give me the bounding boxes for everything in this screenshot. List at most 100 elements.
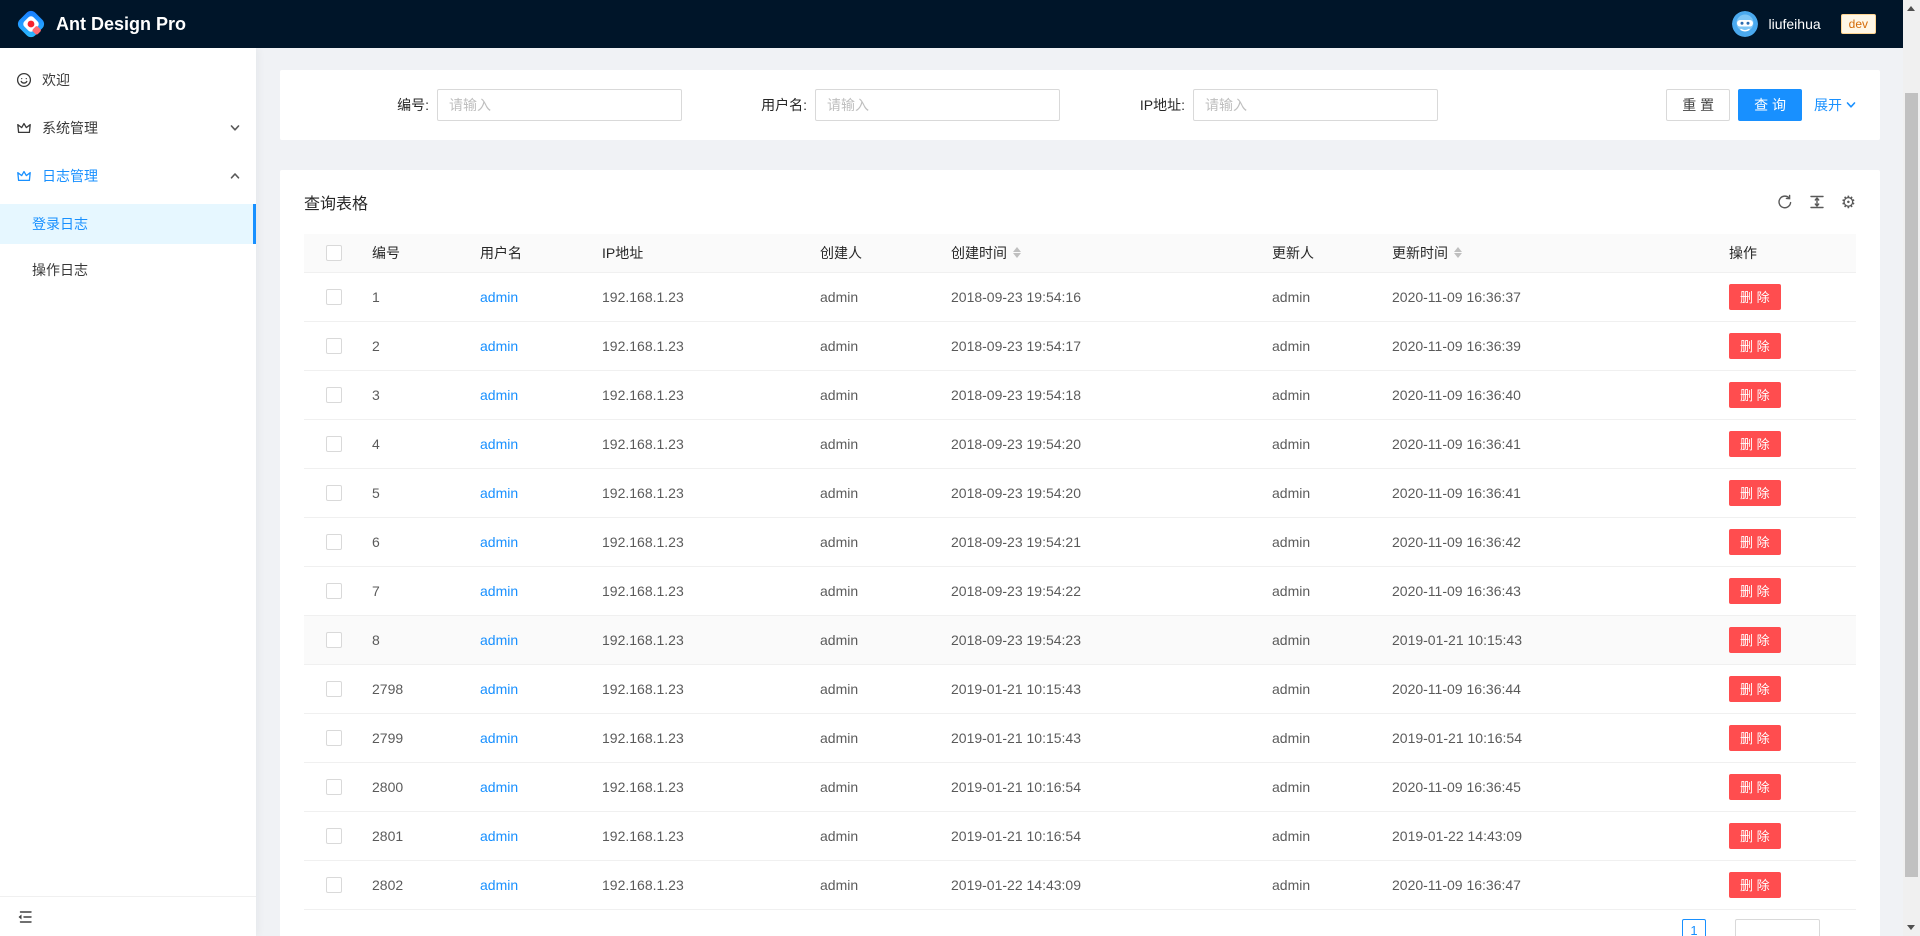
sort-icon[interactable] <box>1013 247 1021 258</box>
column-header-username: 用户名 <box>472 234 594 272</box>
username-link[interactable]: admin <box>480 289 518 305</box>
username-field[interactable] <box>815 89 1060 121</box>
row-checkbox[interactable] <box>326 632 342 648</box>
sidebar-item-label: 欢迎 <box>42 70 240 90</box>
row-checkbox[interactable] <box>326 583 342 599</box>
username-link[interactable]: admin <box>480 387 518 403</box>
sidebar-item-system-management[interactable]: 系统管理 <box>0 108 256 148</box>
column-header-action: 操作 <box>1721 234 1856 272</box>
delete-button[interactable]: 删 除 <box>1729 774 1781 800</box>
row-checkbox[interactable] <box>326 436 342 452</box>
cell-create-time: 2018-09-23 19:54:17 <box>943 321 1264 370</box>
username-link[interactable]: admin <box>480 583 518 599</box>
row-checkbox[interactable] <box>326 730 342 746</box>
pagination-page-1[interactable]: 1 <box>1682 919 1706 936</box>
cell-ip: 192.168.1.23 <box>594 811 812 860</box>
table-header-row: 编号 用户名 IP地址 创建人 创建时间 更新人 更新时间 <box>304 234 1856 272</box>
table-row: 1 admin 192.168.1.23 admin 2018-09-23 19… <box>304 272 1856 321</box>
delete-button[interactable]: 删 除 <box>1729 676 1781 702</box>
table-row: 2798 admin 192.168.1.23 admin 2019-01-21… <box>304 664 1856 713</box>
density-icon[interactable] <box>1809 194 1825 210</box>
username-link[interactable]: admin <box>480 828 518 844</box>
sub-item-label: 登录日志 <box>32 214 88 234</box>
column-header-id: 编号 <box>364 234 472 272</box>
sidebar-item-operation-log[interactable]: 操作日志 <box>0 250 256 290</box>
row-checkbox[interactable] <box>326 534 342 550</box>
row-checkbox[interactable] <box>326 289 342 305</box>
expand-link[interactable]: 展开 <box>1814 95 1856 115</box>
username-link[interactable]: admin <box>480 436 518 452</box>
delete-button[interactable]: 删 除 <box>1729 578 1781 604</box>
id-field[interactable] <box>437 89 682 121</box>
row-checkbox[interactable] <box>326 338 342 354</box>
username-link[interactable]: admin <box>480 877 518 893</box>
sidebar-item-label: 系统管理 <box>42 118 240 138</box>
table-row: 5 admin 192.168.1.23 admin 2018-09-23 19… <box>304 468 1856 517</box>
delete-button[interactable]: 删 除 <box>1729 382 1781 408</box>
row-checkbox[interactable] <box>326 387 342 403</box>
chevron-down-icon <box>230 123 240 133</box>
reset-button[interactable]: 重 置 <box>1666 89 1730 121</box>
reload-icon[interactable] <box>1777 194 1793 210</box>
user-avatar[interactable] <box>1732 11 1758 37</box>
delete-button[interactable]: 删 除 <box>1729 284 1781 310</box>
settings-icon[interactable]: ⚙ <box>1841 194 1856 211</box>
scrollbar-up-arrow[interactable] <box>1907 6 1915 11</box>
username-link[interactable]: admin <box>480 338 518 354</box>
column-header-creator: 创建人 <box>812 234 943 272</box>
cell-creator: admin <box>812 860 943 909</box>
delete-button[interactable]: 删 除 <box>1729 627 1781 653</box>
delete-button[interactable]: 删 除 <box>1729 431 1781 457</box>
main-content: 编号: 用户名: IP地址: 重 置 查 询 展开 <box>256 48 1903 936</box>
column-header-updater: 更新人 <box>1264 234 1384 272</box>
ip-field[interactable] <box>1193 89 1438 121</box>
cell-update-time: 2020-11-09 16:36:37 <box>1384 272 1721 321</box>
column-header-update-time[interactable]: 更新时间 <box>1384 234 1721 272</box>
username-link[interactable]: admin <box>480 730 518 746</box>
sidebar-item-welcome[interactable]: 欢迎 <box>0 60 256 100</box>
column-header-create-time[interactable]: 创建时间 <box>943 234 1264 272</box>
delete-button[interactable]: 删 除 <box>1729 725 1781 751</box>
table-title: 查询表格 <box>304 190 368 214</box>
delete-button[interactable]: 删 除 <box>1729 823 1781 849</box>
menu-fold-icon[interactable] <box>17 909 33 925</box>
row-checkbox[interactable] <box>326 828 342 844</box>
sidebar-item-label: 日志管理 <box>42 166 240 186</box>
delete-button[interactable]: 删 除 <box>1729 333 1781 359</box>
sidebar-item-log-management[interactable]: 日志管理 <box>0 156 256 196</box>
username-link[interactable]: admin <box>480 632 518 648</box>
user-name[interactable]: liufeihua <box>1768 16 1820 32</box>
cell-creator: admin <box>812 664 943 713</box>
row-checkbox[interactable] <box>326 779 342 795</box>
username-field-label: 用户名: <box>682 95 815 115</box>
cell-creator: admin <box>812 615 943 664</box>
delete-button[interactable]: 删 除 <box>1729 529 1781 555</box>
cell-creator: admin <box>812 566 943 615</box>
cell-updater: admin <box>1264 321 1384 370</box>
delete-button[interactable]: 删 除 <box>1729 480 1781 506</box>
row-checkbox[interactable] <box>326 681 342 697</box>
username-link[interactable]: admin <box>480 681 518 697</box>
logo-link[interactable]: Ant Design Pro <box>16 9 186 39</box>
page-size-select[interactable] <box>1735 919 1820 936</box>
cell-updater: admin <box>1264 762 1384 811</box>
row-checkbox[interactable] <box>326 877 342 893</box>
username-link[interactable]: admin <box>480 779 518 795</box>
cell-id: 2 <box>364 321 472 370</box>
select-all-checkbox[interactable] <box>326 245 342 261</box>
username-link[interactable]: admin <box>480 534 518 550</box>
sort-icon[interactable] <box>1454 247 1462 258</box>
cell-creator: admin <box>812 517 943 566</box>
scrollbar-thumb[interactable] <box>1905 93 1918 877</box>
row-checkbox[interactable] <box>326 485 342 501</box>
sidebar-item-login-log[interactable]: 登录日志 <box>0 204 256 244</box>
cell-ip: 192.168.1.23 <box>594 517 812 566</box>
username-link[interactable]: admin <box>480 485 518 501</box>
cell-create-time: 2019-01-21 10:16:54 <box>943 762 1264 811</box>
cell-ip: 192.168.1.23 <box>594 370 812 419</box>
table-row: 8 admin 192.168.1.23 admin 2018-09-23 19… <box>304 615 1856 664</box>
cell-id: 2801 <box>364 811 472 860</box>
delete-button[interactable]: 删 除 <box>1729 872 1781 898</box>
query-button[interactable]: 查 询 <box>1738 89 1802 121</box>
scrollbar-down-arrow[interactable] <box>1907 925 1915 930</box>
